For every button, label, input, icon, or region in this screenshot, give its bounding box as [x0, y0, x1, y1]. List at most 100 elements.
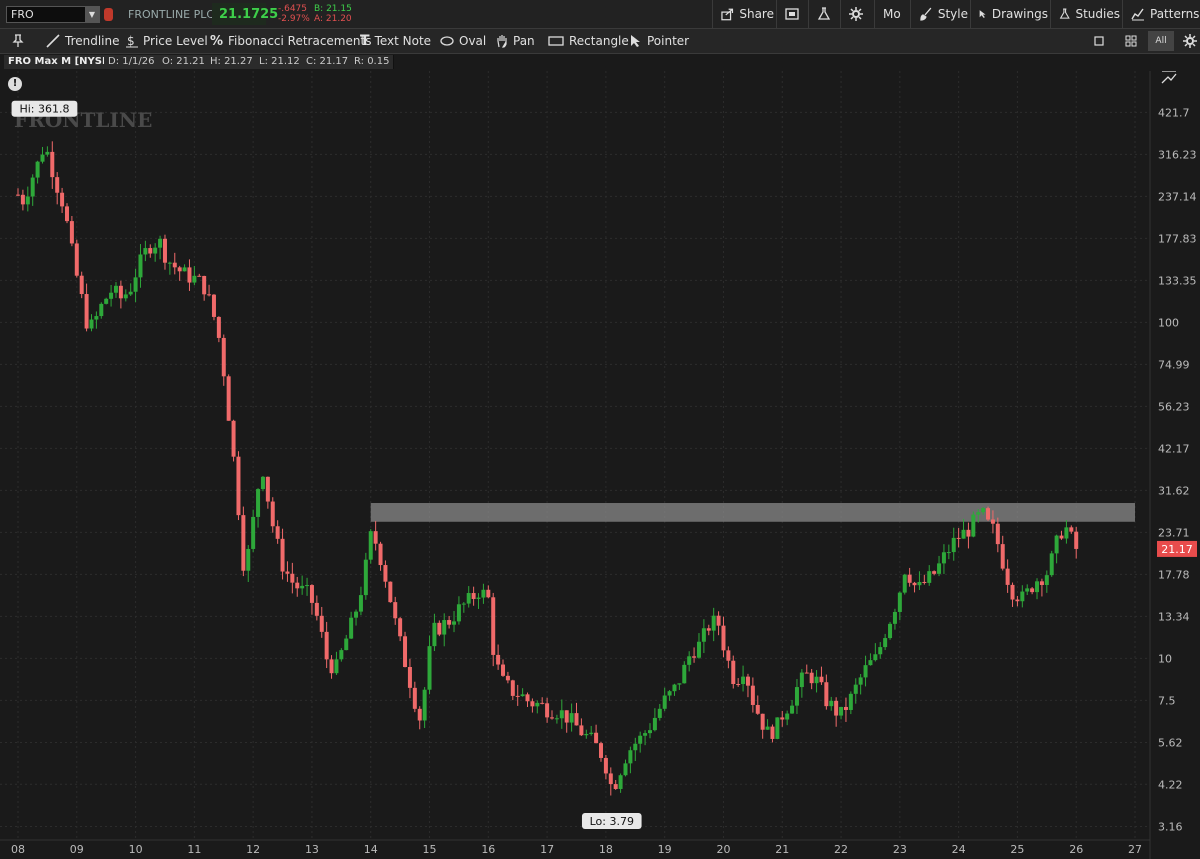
candle-body	[873, 654, 878, 661]
text-note-tool[interactable]: T Text Note	[360, 29, 431, 53]
y-tick-label: 177.83	[1158, 232, 1197, 245]
candle-body	[55, 177, 60, 193]
candle-body	[158, 238, 163, 248]
candle-body	[373, 531, 378, 544]
aggregation-button[interactable]: Mo	[874, 0, 908, 28]
candle-body	[589, 732, 594, 734]
candle-body	[221, 337, 226, 377]
pin-tool[interactable]	[12, 29, 24, 53]
square-icon	[1094, 36, 1104, 46]
candle-body	[594, 732, 599, 744]
x-tick-label: 23	[893, 843, 907, 856]
y-tick-label: 7.5	[1158, 694, 1176, 707]
fibonacci-label: Fibonacci Retracements	[228, 34, 372, 48]
candle-body	[285, 571, 290, 574]
symbol-input[interactable]: FRO ▼	[6, 6, 100, 23]
studies-lab-button[interactable]	[808, 0, 840, 28]
candle-body	[427, 646, 432, 690]
candle-body	[79, 275, 84, 295]
info-high: H: 21.27	[206, 55, 258, 69]
candle-body	[961, 529, 966, 539]
candle-body	[990, 519, 995, 524]
trendline-tool[interactable]: Trendline	[46, 29, 120, 53]
studies-button[interactable]: Studies	[1050, 0, 1120, 28]
candle-body	[177, 267, 182, 272]
candle-body	[941, 552, 946, 564]
trendline-icon	[46, 34, 60, 48]
x-tick-label: 20	[716, 843, 730, 856]
x-tick-label: 13	[305, 843, 319, 856]
candle-body	[246, 548, 251, 571]
candle-body	[745, 676, 750, 686]
candle-body	[986, 508, 991, 520]
y-tick-label: 31.62	[1158, 484, 1190, 497]
rectangle-tool[interactable]: Rectangle	[548, 29, 629, 53]
alert-icon[interactable]	[104, 8, 113, 21]
candle-body	[290, 573, 295, 583]
info-range: R: 0.15	[350, 55, 395, 69]
grid-view-button[interactable]	[1118, 31, 1144, 51]
candle-body	[868, 660, 873, 666]
symbol-dropdown-icon[interactable]: ▼	[85, 7, 99, 22]
candle-body	[84, 294, 89, 329]
pan-tool[interactable]: Pan	[496, 29, 535, 53]
trendline-label: Trendline	[65, 34, 120, 48]
candle-body	[559, 710, 564, 719]
x-tick-label: 16	[481, 843, 495, 856]
cursor-icon	[979, 10, 986, 18]
candle-body	[466, 593, 471, 604]
symbol-text: FRO	[11, 8, 34, 21]
flexible-grid-button[interactable]	[776, 0, 808, 28]
x-tick-label: 17	[540, 843, 554, 856]
candle-body	[30, 177, 35, 197]
candle-body	[104, 298, 109, 304]
pointer-label: Pointer	[647, 34, 690, 48]
candle-body	[398, 618, 403, 637]
single-view-button[interactable]	[1086, 31, 1112, 51]
chart-background	[0, 71, 1200, 859]
pointer-tool[interactable]: Pointer	[630, 29, 689, 53]
rectangle-icon	[548, 36, 564, 46]
share-button[interactable]: Share	[712, 0, 774, 28]
candle-body	[682, 664, 687, 684]
candle-body	[383, 565, 388, 582]
oval-label: Oval	[459, 34, 487, 48]
settings-button[interactable]	[840, 0, 872, 28]
candle-body	[790, 705, 795, 714]
style-button[interactable]: Style	[910, 0, 968, 28]
info-low: L: 21.12	[255, 55, 305, 69]
drawings-button[interactable]: Drawings	[970, 0, 1048, 28]
candle-body	[785, 713, 790, 720]
resistance-zone	[370, 503, 1136, 522]
candle-body	[172, 262, 177, 268]
candle-body	[295, 582, 300, 589]
candle-body	[1035, 581, 1040, 593]
candle-body	[378, 543, 383, 566]
candle-body	[64, 206, 69, 222]
fibonacci-tool[interactable]: % Fibonacci Retracements	[210, 29, 371, 53]
candle-body	[349, 617, 354, 639]
price-level-tool[interactable]: $ Price Level	[126, 29, 208, 53]
toolbar-settings-button[interactable]	[1180, 31, 1200, 51]
view-all-button[interactable]: All	[1148, 31, 1174, 51]
candle-body	[305, 585, 310, 587]
candle-body	[1030, 588, 1035, 593]
candle-body	[608, 773, 613, 785]
candle-body	[550, 717, 555, 719]
candle-body	[564, 710, 569, 723]
candle-body	[476, 597, 481, 599]
candle-body	[143, 248, 148, 255]
candle-body	[995, 523, 1000, 545]
x-tick-label: 12	[246, 843, 260, 856]
price-chart[interactable]: 421.7 316.23 237.14 177.83 133.35 100 74.99 56.…	[0, 71, 1200, 859]
alert-warning-icon[interactable]: !	[8, 77, 22, 91]
y-tick-label: 100	[1158, 316, 1179, 329]
y-tick-label: 74.99	[1158, 358, 1190, 371]
candle-body	[584, 733, 589, 736]
bid-price: B: 21.15	[314, 4, 352, 14]
candle-body	[902, 574, 907, 593]
info-open: O: 21.21	[158, 55, 210, 69]
patterns-button[interactable]: Patterns	[1122, 0, 1200, 28]
oval-tool[interactable]: Oval	[440, 29, 486, 53]
candle-body	[447, 620, 452, 625]
